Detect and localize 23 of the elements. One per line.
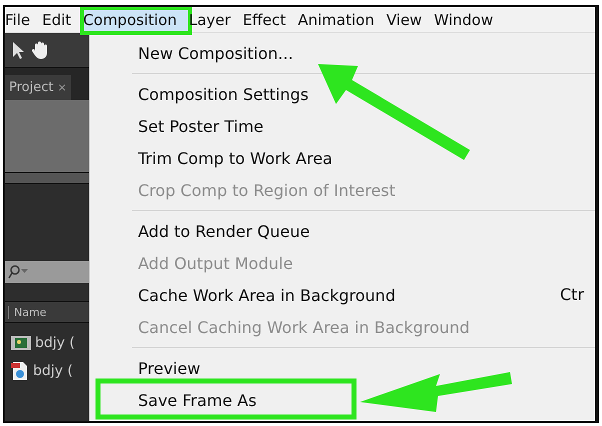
search-icon (7, 265, 29, 279)
menu-item[interactable]: Trim Comp to Work Area (90, 142, 595, 174)
menu-bar-item[interactable]: File (5, 8, 42, 30)
pointer-icon[interactable] (11, 41, 25, 59)
project-item[interactable]: bdjy ( (35, 335, 75, 351)
project-item[interactable]: bdjy ( (33, 363, 73, 379)
composition-icon (11, 335, 31, 351)
menu-bar-item[interactable]: Animation (298, 8, 386, 30)
menu-bar-item[interactable]: Effect (242, 8, 298, 30)
shortcut-text: Ctr (560, 285, 584, 304)
menu-item[interactable]: Set Poster Time (90, 110, 595, 142)
menu-item[interactable]: Save Frame As (90, 384, 595, 416)
menu-bar-item[interactable]: Window (434, 8, 506, 30)
menu-bar-item[interactable]: Edit (42, 8, 84, 30)
menu-item[interactable]: Preview (90, 352, 595, 384)
search-field[interactable] (5, 261, 89, 283)
project-tab[interactable]: Project × (5, 75, 71, 100)
menu-bar-item[interactable]: View (386, 8, 434, 30)
file-icon (11, 361, 29, 381)
menu-item[interactable]: Cache Work Area in Background Ctr (90, 279, 595, 311)
menu-item[interactable]: Composition Settings (90, 78, 595, 110)
menu-item[interactable]: New Composition... (90, 37, 595, 69)
menu-item[interactable]: Add to Render Queue (90, 215, 595, 247)
